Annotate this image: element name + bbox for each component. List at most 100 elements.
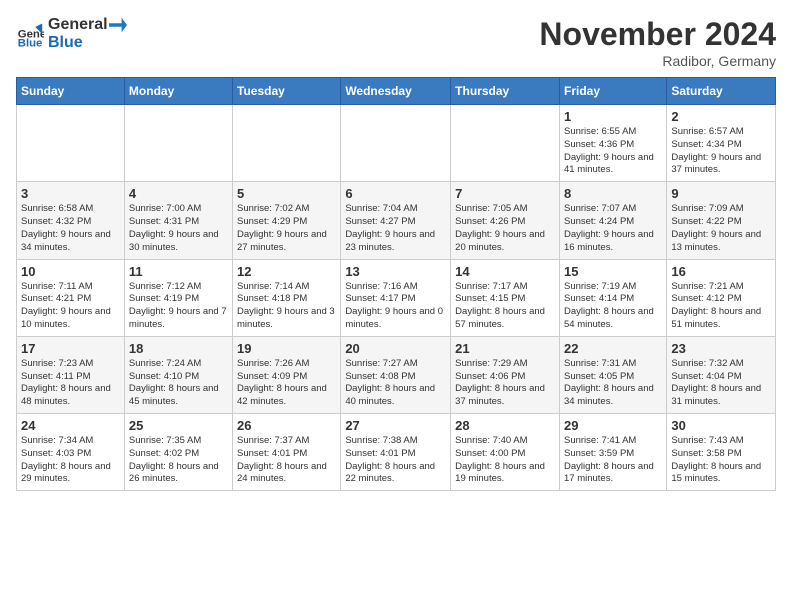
day-number: 12 xyxy=(237,264,336,279)
weekday-header-saturday: Saturday xyxy=(667,78,776,105)
day-cell: 24 Sunrise: 7:34 AM Sunset: 4:03 PM Dayli… xyxy=(17,414,125,491)
day-cell: 25Sunrise: 7:35 AM Sunset: 4:02 PM Dayli… xyxy=(124,414,232,491)
day-info: Sunrise: 7:07 AM Sunset: 4:24 PM Dayligh… xyxy=(564,203,662,254)
weekday-header-tuesday: Tuesday xyxy=(233,78,341,105)
day-cell xyxy=(233,105,341,182)
weekday-header-friday: Friday xyxy=(559,78,666,105)
day-cell: 19 Sunrise: 7:26 AM Sunset: 4:09 PM Dayli… xyxy=(233,336,341,413)
day-info: Sunrise: 7:24 AM Sunset: 4:10 PM Dayligh… xyxy=(129,358,228,409)
day-cell: 29Sunrise: 7:41 AM Sunset: 3:59 PM Dayli… xyxy=(559,414,666,491)
day-cell: 17 Sunrise: 7:23 AM Sunset: 4:11 PM Dayli… xyxy=(17,336,125,413)
week-row-1: 1 Sunrise: 6:55 AM Sunset: 4:36 PM Daylig… xyxy=(17,105,776,182)
day-number: 8 xyxy=(564,186,662,201)
day-cell: 6 Sunrise: 7:04 AM Sunset: 4:27 PM Daylig… xyxy=(341,182,451,259)
day-number: 17 xyxy=(21,341,120,356)
day-info: Sunrise: 7:26 AM Sunset: 4:09 PM Dayligh… xyxy=(237,358,336,409)
day-cell: 28 Sunrise: 7:40 AM Sunset: 4:00 PM Dayli… xyxy=(451,414,560,491)
day-number: 7 xyxy=(455,186,555,201)
day-cell: 21Sunrise: 7:29 AM Sunset: 4:06 PM Dayli… xyxy=(451,336,560,413)
day-number: 1 xyxy=(564,109,662,124)
day-cell: 7 Sunrise: 7:05 AM Sunset: 4:26 PM Daylig… xyxy=(451,182,560,259)
logo-icon: General Blue xyxy=(16,20,44,48)
day-info: Sunrise: 7:35 AM Sunset: 4:02 PM Dayligh… xyxy=(129,435,228,486)
weekday-header-sunday: Sunday xyxy=(17,78,125,105)
day-cell xyxy=(451,105,560,182)
day-number: 18 xyxy=(129,341,228,356)
day-cell: 18 Sunrise: 7:24 AM Sunset: 4:10 PM Dayli… xyxy=(124,336,232,413)
day-cell: 30 Sunrise: 7:43 AM Sunset: 3:58 PM Dayli… xyxy=(667,414,776,491)
day-number: 24 xyxy=(21,418,120,433)
day-number: 23 xyxy=(671,341,771,356)
day-info: Sunrise: 7:12 AM Sunset: 4:19 PM Dayligh… xyxy=(129,281,228,332)
day-cell: 9 Sunrise: 7:09 AM Sunset: 4:22 PM Daylig… xyxy=(667,182,776,259)
day-number: 22 xyxy=(564,341,662,356)
day-cell xyxy=(17,105,125,182)
day-number: 15 xyxy=(564,264,662,279)
day-info: Sunrise: 7:14 AM Sunset: 4:18 PM Dayligh… xyxy=(237,281,336,332)
day-cell: 8 Sunrise: 7:07 AM Sunset: 4:24 PM Daylig… xyxy=(559,182,666,259)
day-number: 20 xyxy=(345,341,446,356)
day-cell: 10Sunrise: 7:11 AM Sunset: 4:21 PM Dayli… xyxy=(17,259,125,336)
day-number: 2 xyxy=(671,109,771,124)
day-info: Sunrise: 7:09 AM Sunset: 4:22 PM Dayligh… xyxy=(671,203,771,254)
day-number: 5 xyxy=(237,186,336,201)
day-cell: 14Sunrise: 7:17 AM Sunset: 4:15 PM Dayli… xyxy=(451,259,560,336)
svg-text:Blue: Blue xyxy=(18,37,43,48)
day-info: Sunrise: 7:32 AM Sunset: 4:04 PM Dayligh… xyxy=(671,358,771,409)
day-info: Sunrise: 7:00 AM Sunset: 4:31 PM Dayligh… xyxy=(129,203,228,254)
day-number: 16 xyxy=(671,264,771,279)
day-info: Sunrise: 7:29 AM Sunset: 4:06 PM Dayligh… xyxy=(455,358,555,409)
day-cell: 22Sunrise: 7:31 AM Sunset: 4:05 PM Dayli… xyxy=(559,336,666,413)
logo: General Blue General Blue xyxy=(16,16,128,52)
day-number: 13 xyxy=(345,264,446,279)
weekday-header-monday: Monday xyxy=(124,78,232,105)
day-info: Sunrise: 7:02 AM Sunset: 4:29 PM Dayligh… xyxy=(237,203,336,254)
day-info: Sunrise: 7:23 AM Sunset: 4:11 PM Dayligh… xyxy=(21,358,120,409)
day-cell: 16Sunrise: 7:21 AM Sunset: 4:12 PM Dayli… xyxy=(667,259,776,336)
day-cell: 26Sunrise: 7:37 AM Sunset: 4:01 PM Dayli… xyxy=(233,414,341,491)
day-cell: 12 Sunrise: 7:14 AM Sunset: 4:18 PM Dayli… xyxy=(233,259,341,336)
day-info: Sunrise: 7:05 AM Sunset: 4:26 PM Dayligh… xyxy=(455,203,555,254)
day-number: 3 xyxy=(21,186,120,201)
day-number: 6 xyxy=(345,186,446,201)
day-number: 19 xyxy=(237,341,336,356)
day-info: Sunrise: 7:04 AM Sunset: 4:27 PM Dayligh… xyxy=(345,203,446,254)
weekday-header-thursday: Thursday xyxy=(451,78,560,105)
day-number: 14 xyxy=(455,264,555,279)
day-cell: 13 Sunrise: 7:16 AM Sunset: 4:17 PM Dayli… xyxy=(341,259,451,336)
day-info: Sunrise: 7:41 AM Sunset: 3:59 PM Dayligh… xyxy=(564,435,662,486)
day-cell: 5 Sunrise: 7:02 AM Sunset: 4:29 PM Daylig… xyxy=(233,182,341,259)
day-info: Sunrise: 7:19 AM Sunset: 4:14 PM Dayligh… xyxy=(564,281,662,332)
day-info: Sunrise: 7:43 AM Sunset: 3:58 PM Dayligh… xyxy=(671,435,771,486)
day-number: 4 xyxy=(129,186,228,201)
day-number: 10 xyxy=(21,264,120,279)
day-info: Sunrise: 7:40 AM Sunset: 4:00 PM Dayligh… xyxy=(455,435,555,486)
logo-text: General Blue xyxy=(48,16,128,52)
day-info: Sunrise: 7:38 AM Sunset: 4:01 PM Dayligh… xyxy=(345,435,446,486)
header: General Blue General Blue November 2024 … xyxy=(16,16,776,69)
day-number: 30 xyxy=(671,418,771,433)
day-cell: 2 Sunrise: 6:57 AM Sunset: 4:34 PM Daylig… xyxy=(667,105,776,182)
calendar: SundayMondayTuesdayWednesdayThursdayFrid… xyxy=(16,77,776,491)
day-cell: 4 Sunrise: 7:00 AM Sunset: 4:31 PM Daylig… xyxy=(124,182,232,259)
day-info: Sunrise: 6:58 AM Sunset: 4:32 PM Dayligh… xyxy=(21,203,120,254)
day-cell: 20 Sunrise: 7:27 AM Sunset: 4:08 PM Dayli… xyxy=(341,336,451,413)
week-row-5: 24 Sunrise: 7:34 AM Sunset: 4:03 PM Dayli… xyxy=(17,414,776,491)
day-info: Sunrise: 7:16 AM Sunset: 4:17 PM Dayligh… xyxy=(345,281,446,332)
day-cell: 3 Sunrise: 6:58 AM Sunset: 4:32 PM Daylig… xyxy=(17,182,125,259)
day-info: Sunrise: 6:55 AM Sunset: 4:36 PM Dayligh… xyxy=(564,126,662,177)
day-info: Sunrise: 7:37 AM Sunset: 4:01 PM Dayligh… xyxy=(237,435,336,486)
day-info: Sunrise: 7:34 AM Sunset: 4:03 PM Dayligh… xyxy=(21,435,120,486)
day-info: Sunrise: 6:57 AM Sunset: 4:34 PM Dayligh… xyxy=(671,126,771,177)
weekday-header-row: SundayMondayTuesdayWednesdayThursdayFrid… xyxy=(17,78,776,105)
month-title: November 2024 xyxy=(539,16,776,53)
title-area: November 2024 Radibor, Germany xyxy=(539,16,776,69)
day-cell: 27Sunrise: 7:38 AM Sunset: 4:01 PM Dayli… xyxy=(341,414,451,491)
day-cell: 23 Sunrise: 7:32 AM Sunset: 4:04 PM Dayli… xyxy=(667,336,776,413)
day-info: Sunrise: 7:27 AM Sunset: 4:08 PM Dayligh… xyxy=(345,358,446,409)
week-row-4: 17 Sunrise: 7:23 AM Sunset: 4:11 PM Dayli… xyxy=(17,336,776,413)
day-number: 9 xyxy=(671,186,771,201)
week-row-3: 10Sunrise: 7:11 AM Sunset: 4:21 PM Dayli… xyxy=(17,259,776,336)
day-cell: 15 Sunrise: 7:19 AM Sunset: 4:14 PM Dayli… xyxy=(559,259,666,336)
day-number: 28 xyxy=(455,418,555,433)
